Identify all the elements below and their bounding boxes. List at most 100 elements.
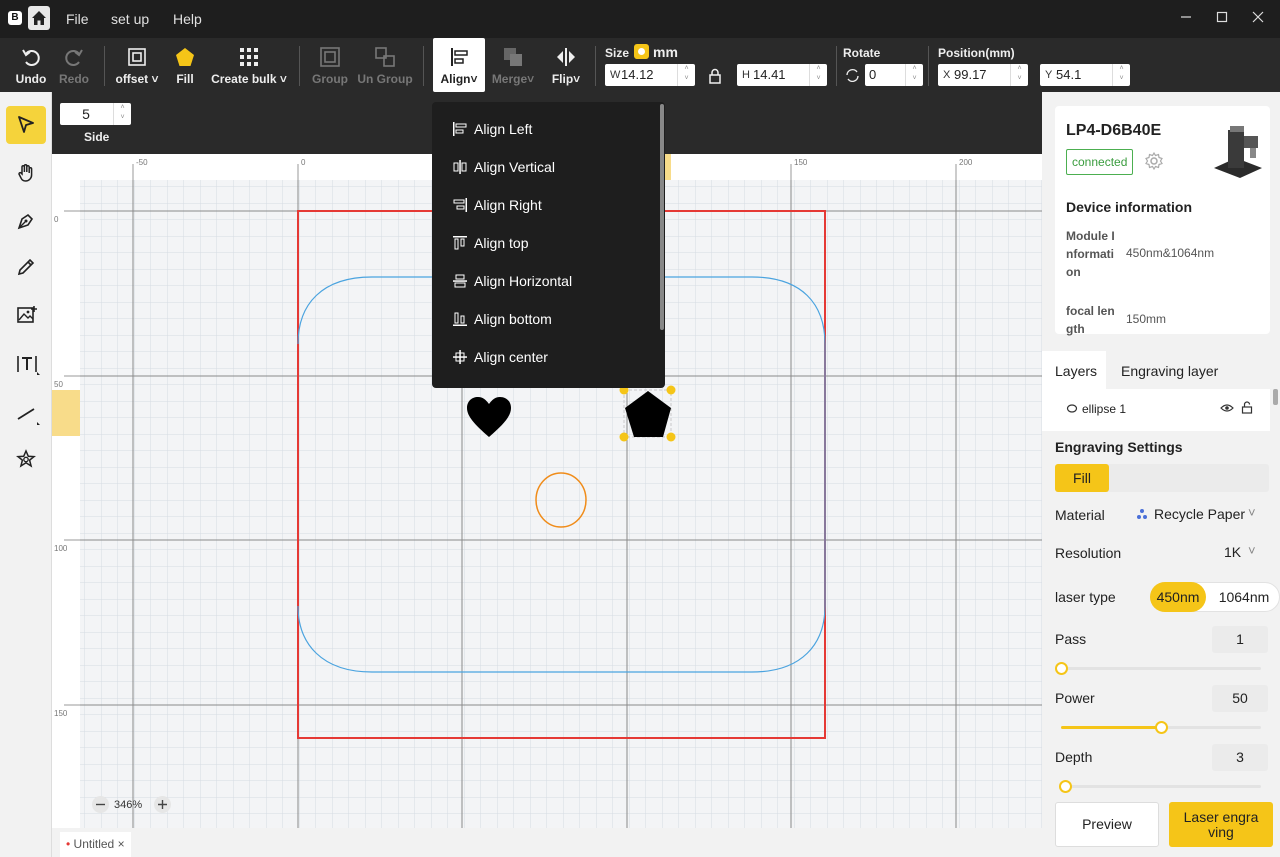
redo-button[interactable]: Redo: [54, 38, 94, 92]
left-toolbar: [0, 92, 52, 857]
laser-1064nm-option[interactable]: 1064nm: [1209, 583, 1279, 611]
menu-setup[interactable]: set up: [111, 11, 149, 27]
selection-handle[interactable]: [619, 432, 629, 442]
height-input[interactable]: H 14.41 ˄ ˅: [737, 64, 827, 86]
size-unit: mm: [653, 44, 678, 60]
ungroup-icon: [375, 47, 395, 67]
side-count-stepper[interactable]: ˄ ˅: [113, 103, 131, 125]
document-tab[interactable]: • Untitled ×: [60, 832, 131, 857]
menu-item-align-center[interactable]: Align center: [452, 345, 652, 369]
menu-help[interactable]: Help: [173, 11, 202, 27]
pass-label: Pass: [1055, 631, 1087, 647]
align-bottom-icon: [453, 312, 467, 326]
layers-scrollbar[interactable]: [1273, 389, 1278, 405]
depth-input[interactable]: 3: [1212, 744, 1268, 771]
power-slider-knob[interactable]: [1155, 721, 1168, 734]
zoom-out-button[interactable]: [92, 796, 109, 813]
dropdown-scrollbar[interactable]: [660, 104, 664, 330]
unlock-icon[interactable]: [1241, 401, 1253, 414]
tab-layers[interactable]: Layers: [1042, 351, 1106, 389]
y-stepper[interactable]: ˄ ˅: [1112, 64, 1130, 86]
pass-input[interactable]: 1: [1212, 626, 1268, 653]
rotate-input[interactable]: 0 ˄ ˅: [865, 64, 923, 86]
image-tool[interactable]: [6, 296, 46, 334]
width-prefix: W: [610, 69, 621, 81]
preview-button[interactable]: Preview: [1055, 802, 1159, 847]
zoom-level: 346%: [114, 799, 143, 811]
maximize-icon: [1216, 11, 1228, 23]
menu-item-align-bottom[interactable]: Align bottom: [452, 307, 652, 331]
height-stepper[interactable]: ˄ ˅: [809, 64, 827, 86]
aspect-ratio-toggle[interactable]: [634, 44, 649, 59]
maximize-button[interactable]: [1212, 8, 1232, 28]
align-vertical-icon: [453, 160, 467, 174]
ungroup-button[interactable]: Un Group: [356, 38, 414, 92]
selection-handle[interactable]: [666, 432, 676, 442]
zoom-control: 346%: [90, 794, 174, 816]
select-tool[interactable]: [6, 106, 46, 144]
flip-button[interactable]: Flip˅: [545, 38, 587, 92]
zoom-in-button[interactable]: [154, 796, 171, 813]
width-stepper[interactable]: ˄ ˅: [677, 64, 695, 86]
depth-slider-knob[interactable]: [1059, 780, 1072, 793]
menu-item-align-right[interactable]: Align Right: [452, 193, 652, 217]
offset-button[interactable]: offset ˅: [112, 38, 162, 92]
tab-engraving-layer[interactable]: Engraving layer: [1106, 351, 1270, 389]
height-value: 14.41: [753, 67, 786, 82]
power-input[interactable]: 50: [1212, 685, 1268, 712]
x-stepper[interactable]: ˄ ˅: [1010, 64, 1028, 86]
close-window-button[interactable]: [1248, 8, 1268, 28]
shape-tool[interactable]: [6, 440, 46, 478]
toolbar-divider: [595, 46, 596, 86]
align-label: Align: [440, 72, 471, 86]
create-bulk-button[interactable]: Create bulk ˅: [208, 38, 290, 92]
mode-fill-button[interactable]: Fill: [1055, 464, 1109, 492]
resolution-select[interactable]: 1K ˅: [1222, 543, 1266, 563]
selection-handle[interactable]: [666, 385, 676, 395]
device-settings-icon[interactable]: [1144, 151, 1164, 171]
menu-item-align-horizontal[interactable]: Align Horizontal: [452, 269, 652, 293]
power-slider[interactable]: [1061, 721, 1261, 734]
layer-row[interactable]: ellipse 1: [1042, 395, 1270, 421]
flip-label: Flip: [551, 72, 574, 86]
pencil-tool[interactable]: [6, 248, 46, 286]
menu-item-align-top[interactable]: Align top: [452, 231, 652, 255]
lock-icon[interactable]: [708, 68, 722, 84]
undo-button[interactable]: Undo: [10, 38, 52, 92]
text-tool[interactable]: [6, 344, 46, 382]
group-button[interactable]: Group: [308, 38, 352, 92]
fill-button[interactable]: Fill: [168, 38, 202, 92]
x-position-input[interactable]: X 99.17 ˄ ˅: [938, 64, 1028, 86]
align-button[interactable]: Align˅: [433, 38, 485, 92]
layer-name: ellipse 1: [1082, 402, 1127, 416]
merge-button[interactable]: Merge˅: [488, 38, 538, 92]
hand-tool[interactable]: [6, 154, 46, 192]
pass-slider[interactable]: [1055, 662, 1261, 675]
depth-slider[interactable]: [1059, 780, 1261, 793]
rotate-stepper[interactable]: ˄ ˅: [905, 64, 923, 86]
side-count-input[interactable]: 5 ˄ ˅: [60, 103, 131, 125]
minimize-icon: [1181, 16, 1191, 18]
home-button[interactable]: [28, 6, 50, 30]
ruler-tick-label: 0: [54, 215, 59, 224]
line-tool[interactable]: [6, 394, 46, 432]
minimize-button[interactable]: [1176, 8, 1196, 28]
menu-item-align-vertical[interactable]: Align Vertical: [452, 155, 652, 179]
eye-icon[interactable]: [1220, 403, 1234, 413]
menu-file[interactable]: File: [66, 11, 89, 27]
pen-tool[interactable]: [6, 202, 46, 240]
material-select[interactable]: Recycle Paper ˅: [1136, 505, 1266, 525]
width-input[interactable]: W 14.12 ˄ ˅: [605, 64, 695, 86]
grid-icon: [240, 48, 258, 66]
ungroup-label: Un Group: [357, 72, 413, 86]
y-position-input[interactable]: Y 54.1 ˄ ˅: [1040, 64, 1130, 86]
close-tab-button[interactable]: ×: [118, 837, 125, 851]
y-prefix: Y: [1045, 69, 1053, 81]
undo-icon: [22, 49, 40, 66]
align-right-icon: [453, 198, 467, 212]
chevron-down-icon: ˅: [1248, 543, 1256, 558]
laser-450nm-option[interactable]: 450nm: [1150, 582, 1206, 612]
laser-engrave-button[interactable]: Laser engra ving: [1169, 802, 1273, 847]
menu-item-align-left[interactable]: Align Left: [452, 117, 652, 141]
pass-slider-knob[interactable]: [1055, 662, 1068, 675]
